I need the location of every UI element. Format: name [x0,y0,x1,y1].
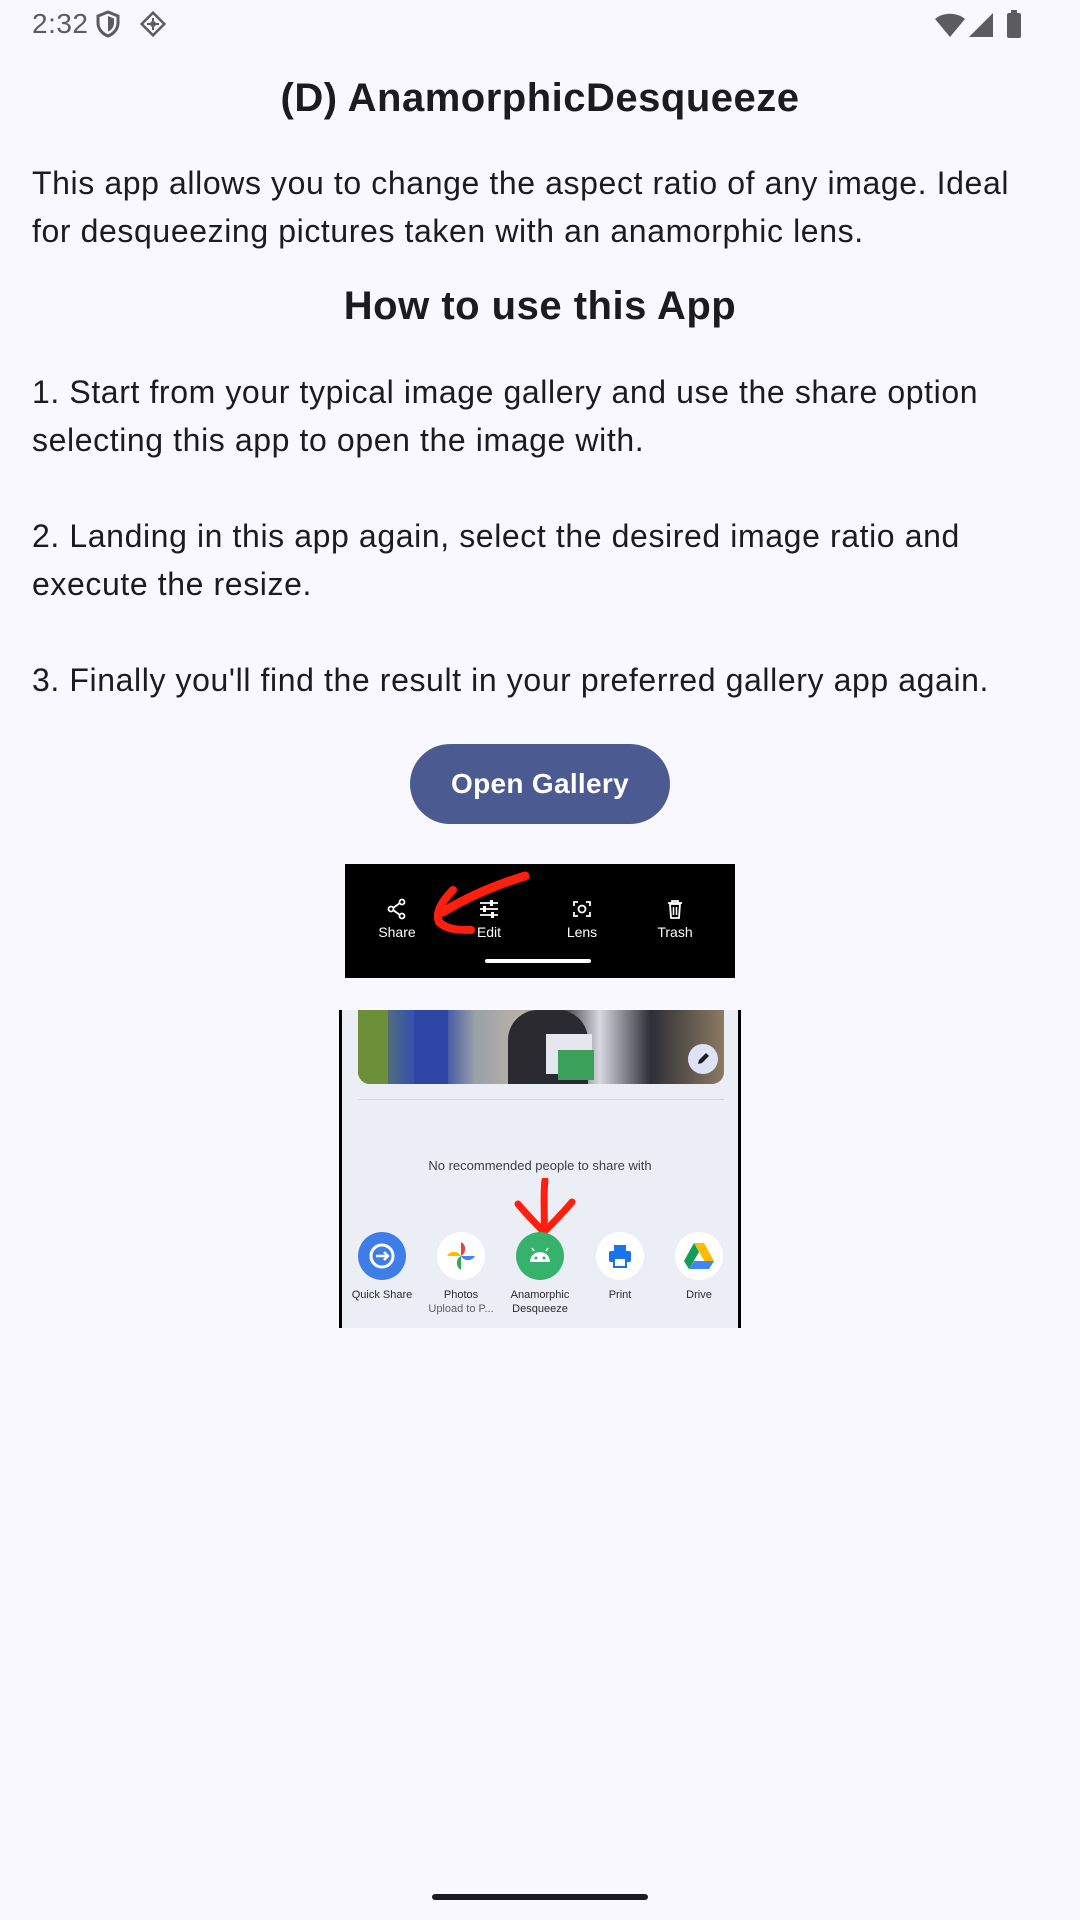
signal-icon [968,12,994,43]
step-2-line-2: execute the resize. [32,566,312,602]
intro-text: This app allows you to change the aspect… [32,159,1052,255]
navigation-handle[interactable] [432,1894,648,1900]
lens-icon [573,901,591,917]
divider [358,1099,724,1100]
toolbar-lens-label: Lens [566,924,598,940]
share-sheet: No recommended people to share with Quic… [342,1010,738,1328]
photos-sublabel: Upload to P... [428,1303,494,1315]
shield-icon [96,10,120,43]
trash-icon [668,900,682,919]
drive-label: Drive [686,1289,712,1301]
drive-icon [675,1232,723,1280]
share-target-quick-share: Quick Share [344,1232,420,1302]
gesture-bar [485,959,591,963]
share-target-print: Print [582,1232,658,1302]
step-1: 1. Start from your typical image gallery… [32,368,1052,464]
anamorphic-label: Anamorphic [510,1289,570,1301]
android-icon [516,1232,564,1280]
toolbar-screenshot: Share Edit Lens Trash [345,864,735,978]
intro-line-2: for desqueezing pictures taken with an a… [32,213,864,249]
howto-title: How to use this App [343,284,737,328]
toolbar-trash: Trash [635,898,715,940]
share-target-drive: Drive [661,1232,737,1302]
step-3-line: 3. Finally you'll find the result in you… [32,662,990,698]
app-title: (D) AnamorphicDesqueeze [280,76,800,120]
print-label: Print [608,1289,632,1301]
step-3: 3. Finally you'll find the result in you… [32,656,1052,704]
wifi-icon [934,12,966,43]
step-1-line-1: 1. Start from your typical image gallery… [32,374,979,410]
toolbar-trash-label: Trash [657,924,693,940]
share-target-anamorphic: Anamorphic Desqueeze [502,1232,578,1316]
battery-icon [1006,10,1022,43]
status-bar: 2:32 [0,0,1080,48]
photos-icon [437,1232,485,1280]
step-2-line-1: 2. Landing in this app again, select the… [32,518,960,554]
app-notification-icon [139,10,167,43]
quick-share-icon [358,1232,406,1280]
no-people-text: No recommended people to share with [428,1158,652,1173]
share-target-photos: Photos Upload to P... [423,1232,499,1316]
photo-preview [358,1010,724,1084]
printer-icon [596,1232,644,1280]
open-gallery-button[interactable]: Open Gallery [410,744,670,824]
step-1-line-2: selecting this app to open the image wit… [32,422,645,458]
anamorphic-sublabel: Desqueeze [512,1303,568,1315]
edit-icon [688,1044,718,1074]
share-sheet-screenshot: No recommended people to share with Quic… [339,1010,741,1328]
toolbar-share-label: Share [378,924,416,940]
photos-label: Photos [443,1289,479,1301]
annotation-arrow-icon [434,871,529,934]
share-icon [387,898,406,920]
toolbar-lens: Lens [542,898,622,940]
annotation-down-arrow-icon [514,1178,576,1236]
quick-share-label: Quick Share [351,1289,413,1301]
step-2: 2. Landing in this app again, select the… [32,512,1052,608]
intro-line-1: This app allows you to change the aspect… [32,165,1010,201]
status-time: 2:32 [32,8,89,39]
